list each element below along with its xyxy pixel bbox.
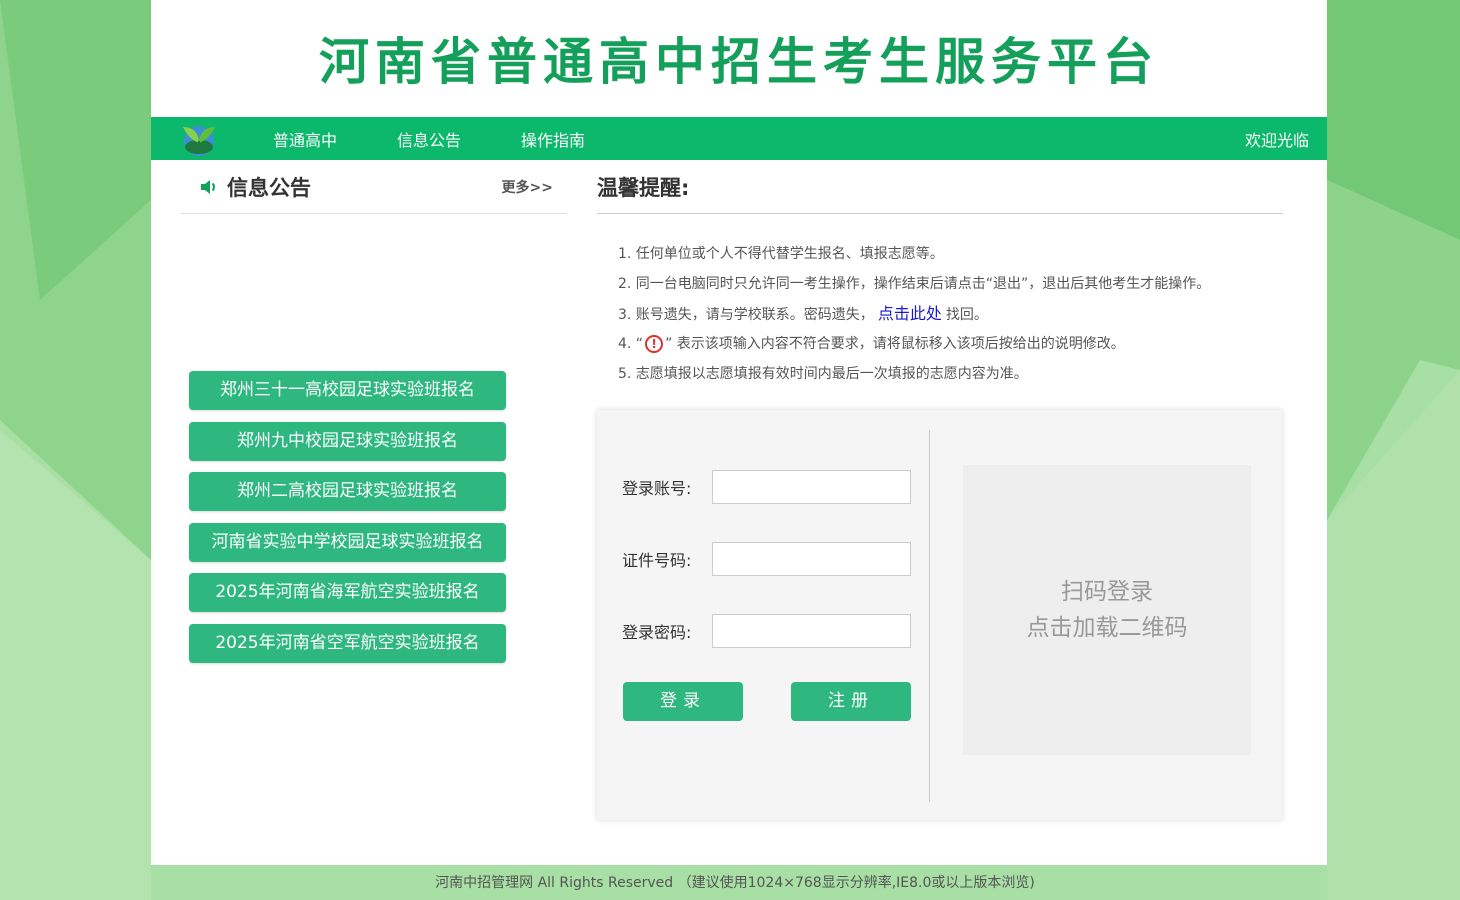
leaf-logo-icon [183,125,215,156]
tip-item: 5. 志愿填报以志愿填报有效时间内最后一次填报的志愿内容为准。 [618,366,1028,382]
navbar: 普通高中 信息公告 操作指南 欢迎光临 [151,117,1327,160]
nav-item-ordinary-high-school[interactable]: 普通高中 [273,127,337,151]
id-number-label: 证件号码: [622,551,692,570]
qr-login-title: 扫码登录 [1061,579,1153,605]
login-box: 登录账号: 证件号码: 登录密码: 登录 注册 扫码登录 点击加载二维码 [597,410,1282,820]
main-container: 河南省普通高中招生考生服务平台 普通高中 信息公告 操作指南 欢迎光临 信息公告… [151,0,1327,865]
recover-password-link[interactable]: 点击此处 [878,304,942,323]
password-row: 登录密码: [622,614,911,648]
tip-text: 3. 账号遗失，请与学校联系。密码遗失， [618,307,874,323]
announcement-title: 信息公告 [227,175,311,200]
welcome-text: 欢迎光临 [1244,130,1309,150]
tip-item: 3. 账号遗失，请与学校联系。密码遗失， 点击此处 找回。 [618,299,1283,329]
nav-item-announcements[interactable]: 信息公告 [397,127,461,151]
qr-load-text: 点击加载二维码 [1026,615,1188,641]
account-row: 登录账号: [622,470,911,504]
tip-item: 2. 同一台电脑同时只允许同一考生操作，操作结束后请点击“退出”，退出后其他考生… [618,276,1211,292]
site-title: 河南省普通高中招生考生服务平台 [319,32,1159,91]
tips-list: 1. 任何单位或个人不得代替学生报名、填报志愿等。 2. 同一台电脑同时只允许同… [597,239,1283,389]
id-row: 证件号码: [622,542,911,576]
account-label: 登录账号: [622,479,692,498]
signup-button[interactable]: 郑州二高校园足球实验班报名 [189,472,506,511]
tips-title: 温馨提醒: [597,175,690,200]
signup-button[interactable]: 郑州九中校园足球实验班报名 [189,421,506,461]
tip-item: 4. “!” 表示该项输入内容不符合要求，请将鼠标移入该项后按给出的说明修改。 [618,329,1283,359]
qr-login-area[interactable]: 扫码登录 点击加载二维码 [963,465,1251,755]
signup-button[interactable]: 2025年河南省空军航空实验班报名 [189,623,506,663]
account-input[interactable] [712,470,911,504]
signup-button[interactable]: 2025年河南省海军航空实验班报名 [189,573,506,612]
speaker-icon [201,179,215,194]
tip-item: 1. 任何单位或个人不得代替学生报名、填报志愿等。 [618,246,944,262]
announcement-header: 信息公告 更多>> [181,160,567,214]
footer: 河南中招管理网 All Rights Reserved （建议使用1024×76… [435,875,1035,891]
password-input[interactable] [712,614,911,648]
signup-button[interactable]: 郑州三十一高校园足球实验班报名 [189,371,506,410]
tips-panel: 温馨提醒: 1. 任何单位或个人不得代替学生报名、填报志愿等。 2. 同一台电脑… [597,160,1283,389]
announcement-panel: 信息公告 更多>> [181,160,567,214]
password-label: 登录密码: [622,623,692,642]
signup-button[interactable]: 河南省实验中学校园足球实验班报名 [189,522,506,562]
tips-header: 温馨提醒: [597,160,1283,214]
tip-text: ” 表示该项输入内容不符合要求，请将鼠标移入该项后按给出的说明修改。 [665,336,1125,352]
more-link[interactable]: 更多>> [502,177,553,197]
tip-text: 找回。 [945,307,988,323]
header: 河南省普通高中招生考生服务平台 [151,0,1327,117]
nav-item-guide[interactable]: 操作指南 [521,127,585,151]
register-button[interactable]: 注册 [791,682,911,721]
tip-text: 4. “ [618,336,644,352]
divider [929,430,930,802]
warning-icon: ! [645,335,664,353]
login-button[interactable]: 登录 [623,682,743,721]
signup-button-list: 郑州三十一高校园足球实验班报名 郑州九中校园足球实验班报名 郑州二高校园足球实验… [189,371,506,674]
id-number-input[interactable] [712,542,911,576]
